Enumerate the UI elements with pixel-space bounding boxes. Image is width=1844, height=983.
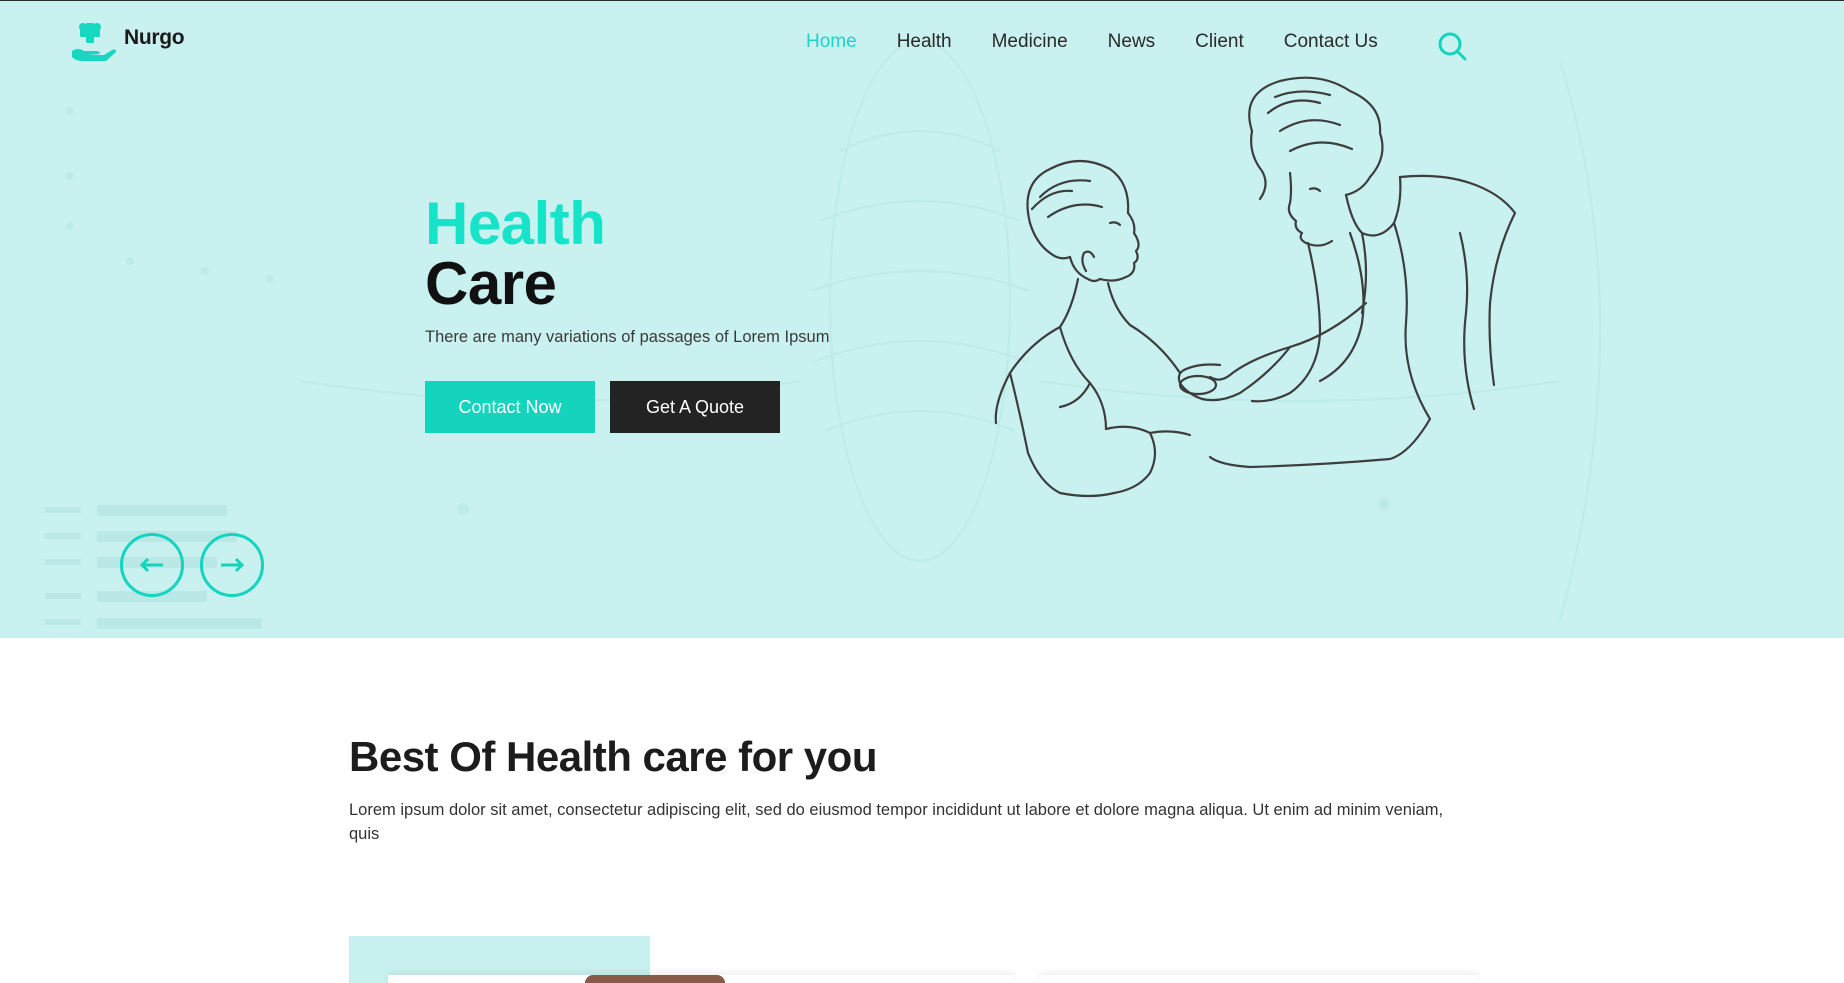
section-title: Best Of Health care for you xyxy=(349,733,877,780)
nav-item-contact-us[interactable]: Contact Us xyxy=(1284,31,1378,53)
hero-banner: Nurgo Home Health Medicine News Client C… xyxy=(0,1,1844,638)
hero-title-line1: Health xyxy=(425,190,606,257)
card-photo xyxy=(585,975,725,983)
arrow-left-icon xyxy=(139,557,163,573)
section-description: Lorem ipsum dolor sit amet, consectetur … xyxy=(349,801,1444,843)
hero-subtitle: There are many variations of passages of… xyxy=(425,328,830,346)
nav-item-health[interactable]: Health xyxy=(897,31,952,53)
hero-title-line2: Care xyxy=(425,250,557,317)
slider-prev-button[interactable] xyxy=(120,533,184,597)
search-icon[interactable] xyxy=(1437,31,1467,61)
nav-item-home[interactable]: Home xyxy=(806,31,857,53)
main-nav: Home Health Medicine News Client Contact… xyxy=(806,31,1418,53)
hero-background-graphic xyxy=(45,40,1601,629)
logo-text: Nurgo xyxy=(124,26,185,49)
doctor-patient-illustration xyxy=(994,76,1517,498)
nav-item-client[interactable]: Client xyxy=(1195,31,1244,53)
feature-card xyxy=(1040,975,1477,983)
arrow-right-icon xyxy=(221,557,245,573)
logo-hand-icon xyxy=(72,23,116,61)
nav-item-medicine[interactable]: Medicine xyxy=(992,31,1068,53)
slider-next-button[interactable] xyxy=(200,533,264,597)
logo[interactable]: Nurgo xyxy=(70,21,185,65)
nav-item-news[interactable]: News xyxy=(1108,31,1156,53)
contact-now-button[interactable]: Contact Now xyxy=(425,381,595,433)
get-a-quote-button[interactable]: Get A Quote xyxy=(610,381,780,433)
hero-title: Health Care xyxy=(425,190,606,317)
